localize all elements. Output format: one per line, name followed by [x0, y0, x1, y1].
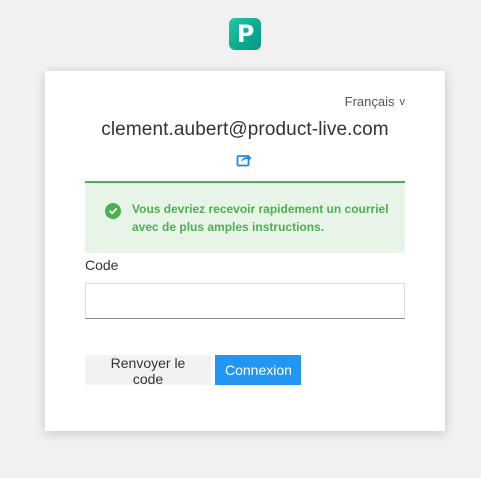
alert-message: Vous devriez recevoir rapidement un cour…: [132, 200, 389, 236]
login-card: Français v clement.aubert@product-live.c…: [45, 71, 445, 431]
check-circle-icon: [105, 203, 121, 219]
alert-line-1: Vous devriez recevoir rapidement un cour…: [132, 202, 389, 216]
language-selector[interactable]: Français v: [345, 94, 405, 109]
alert-line-2: avec de plus amples instructions.: [132, 220, 325, 234]
resend-code-button[interactable]: Renvoyer le code: [85, 355, 211, 387]
language-label: Français: [344, 94, 395, 109]
chevron-down-icon: v: [399, 95, 406, 108]
code-label: Code: [85, 257, 119, 273]
account-email: clement.aubert@product-live.com: [101, 119, 389, 140]
code-input[interactable]: [85, 283, 405, 319]
share-edit-icon[interactable]: [236, 151, 254, 167]
success-alert: Vous devriez recevoir rapidement un cour…: [85, 181, 405, 253]
logo-letter: P: [236, 20, 255, 48]
app-logo: P: [229, 18, 261, 50]
connect-button[interactable]: Connexion: [215, 355, 301, 385]
